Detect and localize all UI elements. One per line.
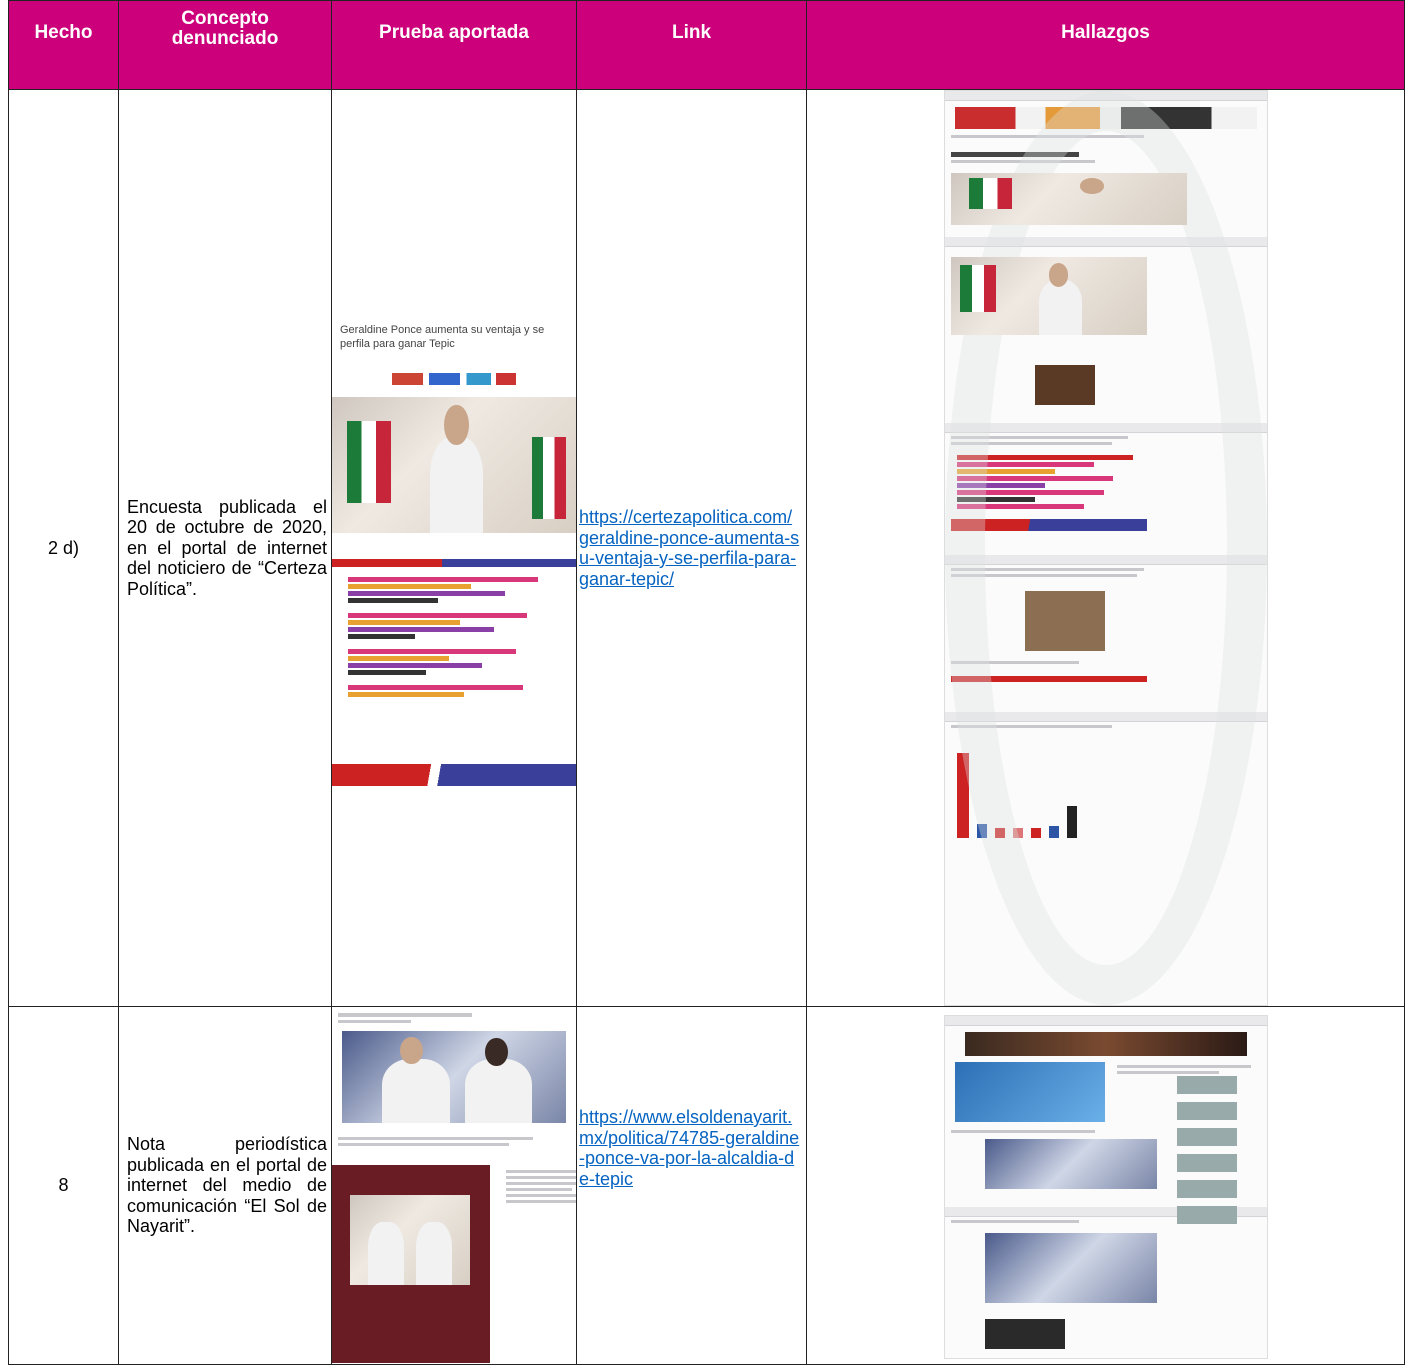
photo	[332, 396, 576, 533]
findings-screenshot	[943, 1015, 1268, 1359]
header-concepto: Concepto denunciado	[118, 0, 332, 90]
evidence-table: Hecho Concepto denunciado Prueba aportada…	[8, 0, 1405, 1365]
hecho-cell: 8	[8, 1006, 119, 1365]
prueba-cell: Geraldine Ponce aumenta su ventaja y se …	[331, 89, 577, 1007]
concepto-cell: Encuesta publicada el 20 de octubre de 2…	[118, 89, 332, 1007]
evidence-screenshot	[332, 1007, 576, 1363]
concepto-cell: Nota periodística publicada en el portal…	[118, 1006, 332, 1365]
prueba-cell	[331, 1006, 577, 1365]
hecho-cell: 2 d)	[8, 89, 119, 1007]
header-hallazgos: Hallazgos	[806, 0, 1405, 90]
link-cell: https://www.elsoldenayarit.mx/politica/7…	[576, 1006, 807, 1365]
hallazgos-cell	[806, 1006, 1405, 1365]
hallazgos-cell	[806, 89, 1405, 1007]
findings-screenshot	[943, 90, 1268, 1006]
evidence-link[interactable]: https://certezapolitica.com/geraldine-po…	[579, 507, 802, 589]
table-row: 8 Nota periodística publicada en el port…	[8, 1006, 1405, 1365]
header-hecho: Hecho	[8, 0, 119, 90]
header-prueba: Prueba aportada	[331, 0, 577, 90]
evidence-screenshot: Geraldine Ponce aumenta su ventaja y se …	[332, 310, 576, 786]
header-row: Hecho Concepto denunciado Prueba aportada…	[8, 0, 1405, 90]
evidence-link[interactable]: https://www.elsoldenayarit.mx/politica/7…	[579, 1107, 802, 1189]
table-row: 2 d) Encuesta publicada el 20 de octubre…	[8, 89, 1405, 1007]
link-cell: https://certezapolitica.com/geraldine-po…	[576, 89, 807, 1007]
article-headline: Geraldine Ponce aumenta su ventaja y se …	[340, 323, 545, 350]
header-link: Link	[576, 0, 807, 90]
